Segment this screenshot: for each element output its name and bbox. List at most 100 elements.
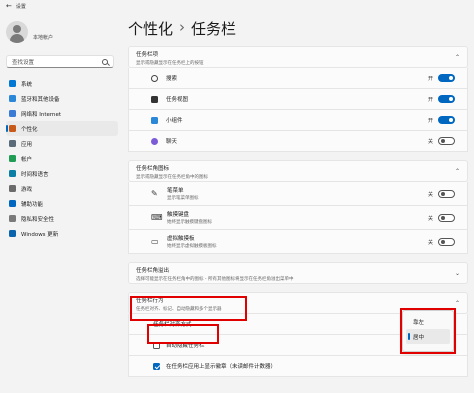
touchpad-icon: ▭ bbox=[151, 237, 159, 246]
chevron-up-icon: ⌃ bbox=[454, 54, 460, 61]
search-placeholder: 查找设置 bbox=[12, 59, 35, 66]
toggle-state: 开 bbox=[427, 96, 433, 103]
chevron-up-icon: ⌃ bbox=[454, 168, 460, 175]
setting-label: 搜索 bbox=[166, 76, 178, 82]
sidebar-item-label: 时间和语言 bbox=[21, 171, 49, 178]
overflow-header[interactable]: 任务栏角溢出 选择可能显示在任务栏角中的图标 - 所有其他图标将显示在任务栏角溢… bbox=[128, 262, 468, 284]
group-title: 任务栏角溢出 bbox=[136, 268, 170, 274]
gamepad-icon bbox=[9, 185, 16, 192]
toggle-state: 开 bbox=[427, 117, 433, 124]
sidebar-item-label: 应用 bbox=[21, 141, 33, 148]
sidebar-item-gaming[interactable]: 游戏 bbox=[6, 181, 118, 196]
sidebar-item-bluetooth[interactable]: 蓝牙和其他设备 bbox=[6, 91, 118, 106]
user-profile[interactable]: 本地帐户 bbox=[6, 21, 53, 43]
setting-row-chat: 聊天 关 bbox=[128, 131, 468, 152]
keyboard-icon: ⌨ bbox=[151, 213, 163, 222]
task-view-toggle[interactable] bbox=[438, 95, 455, 103]
shield-icon bbox=[9, 215, 16, 222]
account-icon bbox=[9, 155, 16, 162]
setting-label: 笔菜单 bbox=[167, 188, 184, 194]
globe-clock-icon bbox=[9, 170, 16, 177]
group-subtitle: 选择可能显示在任务栏角中的图标 - 所有其他图标将显示在任务栏角溢出菜单中 bbox=[136, 277, 294, 282]
sidebar-item-label: Windows 更新 bbox=[21, 231, 59, 238]
sidebar-item-label: 帐户 bbox=[21, 156, 33, 163]
system-icon bbox=[9, 80, 16, 87]
setting-label: 虚拟触摸板 bbox=[167, 236, 195, 242]
setting-label: 小组件 bbox=[166, 118, 183, 124]
setting-sub: 始终显示虚拟触摸板图标 bbox=[167, 244, 217, 249]
sidebar-item-privacy[interactable]: 隐私和安全性 bbox=[6, 211, 118, 226]
sidebar-item-label: 网络和 Internet bbox=[21, 111, 62, 118]
setting-row-touch-keyboard: ⌨ 触摸键盘 始终显示触摸键盘图标 关 bbox=[128, 206, 468, 230]
search-icon bbox=[151, 74, 158, 82]
corner-icons-header[interactable]: 任务栏角图标 显示或隐藏显示在任务栏角中的图标 ⌃ bbox=[128, 160, 468, 182]
sidebar-item-system[interactable]: 系统 bbox=[6, 76, 118, 91]
chevron-up-icon: ⌃ bbox=[454, 300, 460, 307]
highlight-behaviors-title bbox=[130, 296, 247, 321]
sidebar-item-accessibility[interactable]: 辅助功能 bbox=[6, 196, 118, 211]
sidebar-item-label: 辅助功能 bbox=[21, 201, 44, 208]
page-title: 任务栏 bbox=[191, 20, 237, 38]
title-bar: ← 设置 bbox=[0, 0, 474, 12]
search-toggle[interactable] bbox=[438, 74, 455, 82]
network-icon bbox=[9, 110, 16, 117]
task-view-icon bbox=[151, 95, 158, 103]
group-title: 任务栏项 bbox=[136, 52, 159, 58]
chat-toggle[interactable] bbox=[438, 137, 455, 145]
setting-row-task-view: 任务视图 开 bbox=[128, 89, 468, 110]
toggle-state: 关 bbox=[427, 215, 433, 222]
accessibility-icon bbox=[9, 200, 16, 207]
breadcrumb-parent[interactable]: 个性化 bbox=[128, 18, 173, 39]
bluetooth-icon bbox=[9, 95, 16, 102]
group-subtitle: 显示或隐藏显示在任务栏角中的图标 bbox=[136, 175, 208, 180]
setting-label: 任务视图 bbox=[166, 97, 189, 103]
badges-checkbox[interactable] bbox=[153, 362, 160, 370]
group-title: 任务栏角图标 bbox=[136, 166, 170, 172]
setting-label: 聊天 bbox=[166, 139, 178, 145]
setting-row-widgets: 小组件 开 bbox=[128, 110, 468, 131]
setting-row-search: 搜索 开 bbox=[128, 68, 468, 89]
search-icon bbox=[102, 58, 108, 65]
virtual-touchpad-toggle[interactable] bbox=[438, 238, 455, 246]
profile-name: 本地帐户 bbox=[33, 34, 54, 41]
window-title: 设置 bbox=[15, 3, 26, 10]
setting-row-badges: 在任务栏应用上显示徽章（未读邮件计数器） bbox=[128, 356, 468, 377]
taskbar-items-header[interactable]: 任务栏项 显示或隐藏显示在任务栏上的按钮 ⌃ bbox=[128, 46, 468, 68]
update-icon bbox=[9, 230, 16, 237]
highlight-alignment-label bbox=[147, 324, 219, 344]
toggle-state: 关 bbox=[427, 138, 433, 145]
touch-keyboard-toggle[interactable] bbox=[438, 214, 455, 222]
group-subtitle: 显示或隐藏显示在任务栏上的按钮 bbox=[136, 61, 204, 66]
chevron-down-icon: ⌄ bbox=[454, 270, 460, 277]
sidebar: 本地帐户 查找设置 系统 蓝牙和其他设备 网络和 Internet 个性化 应用… bbox=[0, 12, 122, 393]
breadcrumb-separator: › bbox=[179, 18, 186, 36]
sidebar-item-label: 隐私和安全性 bbox=[21, 216, 55, 223]
setting-row-pen-menu: ✎ 笔菜单 显示笔菜单图标 关 bbox=[128, 182, 468, 206]
chat-icon bbox=[151, 137, 158, 145]
toggle-state: 关 bbox=[427, 239, 433, 246]
toggle-state: 关 bbox=[427, 191, 433, 198]
sidebar-item-network[interactable]: 网络和 Internet bbox=[6, 106, 118, 121]
setting-sub: 始终显示触摸键盘图标 bbox=[167, 220, 212, 225]
sidebar-item-label: 系统 bbox=[21, 81, 33, 88]
nav-list: 系统 蓝牙和其他设备 网络和 Internet 个性化 应用 帐户 时间和语言 … bbox=[6, 76, 118, 241]
setting-sub: 显示笔菜单图标 bbox=[167, 196, 199, 201]
sidebar-item-apps[interactable]: 应用 bbox=[6, 136, 118, 151]
sidebar-item-accounts[interactable]: 帐户 bbox=[6, 151, 118, 166]
sidebar-item-time-language[interactable]: 时间和语言 bbox=[6, 166, 118, 181]
highlight-alignment-dropdown bbox=[400, 308, 456, 354]
setting-row-virtual-touchpad: ▭ 虚拟触摸板始终显示虚拟触摸板图标 关 bbox=[128, 230, 468, 254]
sidebar-item-label: 蓝牙和其他设备 bbox=[21, 96, 60, 103]
setting-label: 在任务栏应用上显示徽章（未读邮件计数器） bbox=[166, 364, 277, 370]
brush-icon bbox=[9, 125, 16, 132]
sidebar-item-label: 游戏 bbox=[21, 186, 33, 193]
avatar bbox=[6, 21, 28, 43]
apps-icon bbox=[9, 140, 16, 147]
widgets-toggle[interactable] bbox=[438, 116, 455, 124]
sidebar-item-personalization[interactable]: 个性化 bbox=[6, 121, 118, 136]
pen-menu-toggle[interactable] bbox=[438, 190, 455, 198]
search-input[interactable]: 查找设置 bbox=[6, 55, 114, 68]
sidebar-item-windows-update[interactable]: Windows 更新 bbox=[6, 226, 118, 241]
back-arrow-icon[interactable]: ← bbox=[6, 2, 12, 10]
sidebar-item-label: 个性化 bbox=[21, 126, 38, 133]
